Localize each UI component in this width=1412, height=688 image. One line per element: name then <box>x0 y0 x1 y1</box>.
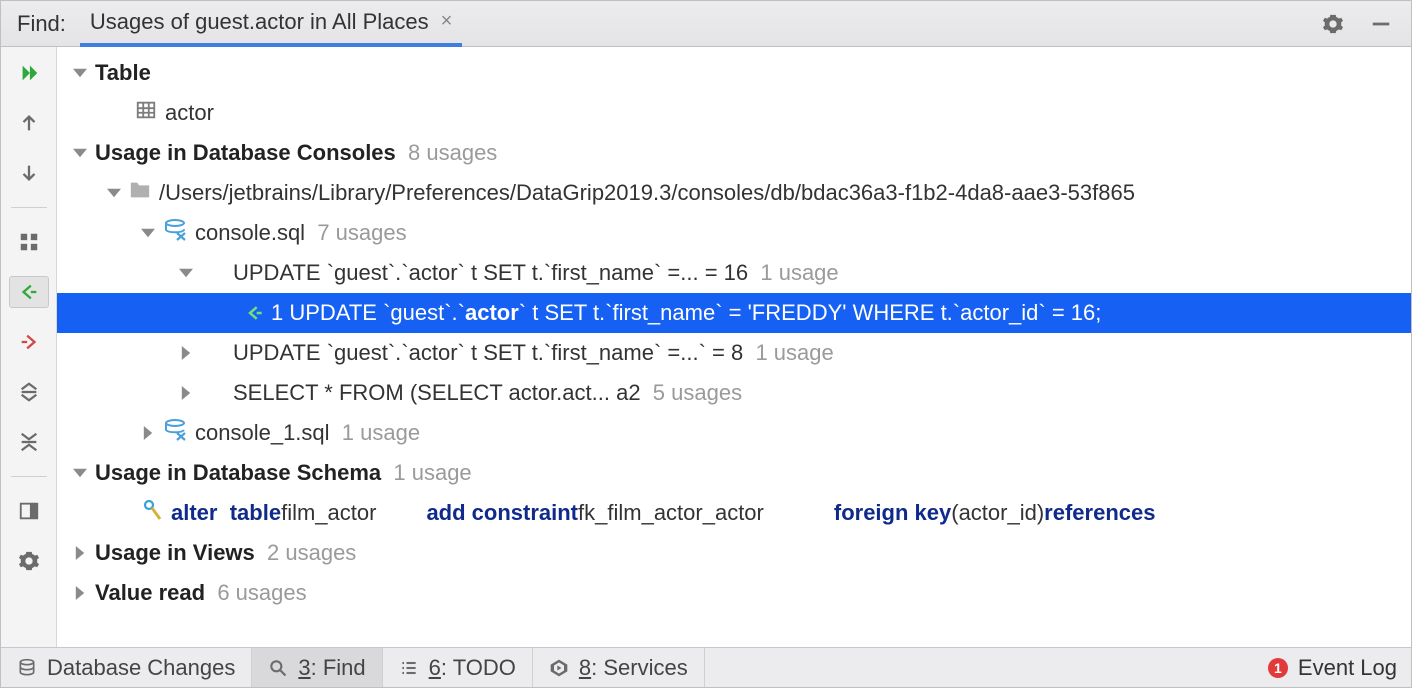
file-name: console.sql <box>195 220 305 246</box>
usages-tree[interactable]: Table actor Usage in Database Consoles 8… <box>57 47 1411 647</box>
settings-button[interactable] <box>9 545 49 577</box>
navigate-icon <box>245 303 265 323</box>
minimize-icon[interactable] <box>1367 10 1395 38</box>
section-title: Usage in Views <box>95 540 255 566</box>
table-name: actor <box>165 100 214 126</box>
folder-path: /Users/jetbrains/Library/Preferences/Dat… <box>159 180 1135 206</box>
sidebar-separator-2 <box>11 476 47 477</box>
sql-fk-columns: (actor_id) <box>951 500 1044 526</box>
usage-count: 6 usages <box>217 580 306 606</box>
previous-occurrence-button[interactable] <box>9 107 49 139</box>
file-name: console_1.sql <box>195 420 330 446</box>
rerun-button[interactable] <box>9 57 49 89</box>
tree-item-table-actor[interactable]: actor <box>57 93 1411 133</box>
tab-find[interactable]: 3: Find <box>252 648 382 687</box>
tab-label: 6: TODO <box>429 655 516 681</box>
event-log-button[interactable]: 1 Event Log <box>1254 648 1411 687</box>
usage-line-actor: actor <box>465 300 519 326</box>
expand-all-button[interactable] <box>9 376 49 408</box>
tab-todo[interactable]: 6: TODO <box>383 648 533 687</box>
chevron-right-icon[interactable] <box>177 384 195 402</box>
chevron-right-icon[interactable] <box>139 424 157 442</box>
gear-icon[interactable] <box>1319 10 1347 38</box>
chevron-right-icon[interactable] <box>71 544 89 562</box>
tree-section-db-schema[interactable]: Usage in Database Schema 1 usage <box>57 453 1411 493</box>
tab-label: 8: Services <box>579 655 688 681</box>
section-title: Usage in Database Consoles <box>95 140 396 166</box>
sql-keyword-alter: alter <box>171 500 217 526</box>
usage-count: 2 usages <box>267 540 356 566</box>
next-occurrence-button[interactable] <box>9 157 49 189</box>
tab-services[interactable]: 8: Services <box>533 648 705 687</box>
chevron-down-icon[interactable] <box>177 264 195 282</box>
find-label: Find: <box>9 11 80 37</box>
tab-database-changes[interactable]: Database Changes <box>1 648 252 687</box>
chevron-down-icon[interactable] <box>105 184 123 202</box>
tab-label: Database Changes <box>47 655 235 681</box>
autoscroll-to-source-button[interactable] <box>9 326 49 358</box>
tree-item-usage-summary[interactable]: UPDATE `guest`.`actor` t SET t.`first_na… <box>57 333 1411 373</box>
sql-keyword-foreign-key: foreign key <box>834 500 951 526</box>
usage-line-suffix: ` t SET t.`first_name` = 'FREDDY' WHERE … <box>519 300 1102 326</box>
chevron-right-icon[interactable] <box>71 584 89 602</box>
sql-table-name: film_actor <box>281 500 376 526</box>
section-title: Usage in Database Schema <box>95 460 381 486</box>
chevron-down-icon[interactable] <box>139 224 157 242</box>
event-log-label: Event Log <box>1298 655 1397 681</box>
usage-count: 8 usages <box>408 140 497 166</box>
usage-count: 1 usage <box>755 340 833 366</box>
toolbar-right <box>1319 10 1403 38</box>
sql-file-icon <box>163 419 187 447</box>
main-area: Table actor Usage in Database Consoles 8… <box>1 47 1411 647</box>
usage-count: 1 usage <box>342 420 420 446</box>
sidebar-separator <box>11 207 47 208</box>
tree-item-file-console-1[interactable]: console_1.sql 1 usage <box>57 413 1411 453</box>
find-sidebar <box>1 47 57 647</box>
tree-section-value-read[interactable]: Value read 6 usages <box>57 573 1411 613</box>
sql-keyword-references: references <box>1044 500 1155 526</box>
sql-file-icon <box>163 219 187 247</box>
sql-constraint-name: fk_film_actor_actor <box>578 500 764 526</box>
usage-count: 7 usages <box>317 220 406 246</box>
tree-item-file-console[interactable]: console.sql 7 usages <box>57 213 1411 253</box>
chevron-down-icon[interactable] <box>71 144 89 162</box>
ide-window: Find: Usages of guest.actor in All Place… <box>0 0 1412 688</box>
section-title: Value read <box>95 580 205 606</box>
usage-line-prefix: 1 UPDATE `guest`.` <box>271 300 465 326</box>
folder-icon <box>129 180 151 206</box>
close-icon[interactable]: × <box>441 10 453 33</box>
preview-button[interactable] <box>9 495 49 527</box>
group-by-button[interactable] <box>9 226 49 258</box>
usage-count: 1 usage <box>760 260 838 286</box>
usage-count: 5 usages <box>653 380 742 406</box>
tree-item-schema-alter[interactable]: alter table film_actor add constraint fk… <box>57 493 1411 533</box>
chevron-down-icon[interactable] <box>71 464 89 482</box>
usage-count: 1 usage <box>393 460 471 486</box>
tab-label: 3: Find <box>298 655 365 681</box>
usage-summary: UPDATE `guest`.`actor` t SET t.`first_na… <box>233 260 748 286</box>
find-toolbar: Find: Usages of guest.actor in All Place… <box>1 1 1411 47</box>
chevron-right-icon[interactable] <box>177 344 195 362</box>
tree-item-usage-summary[interactable]: UPDATE `guest`.`actor` t SET t.`first_na… <box>57 253 1411 293</box>
key-icon <box>143 499 163 527</box>
chevron-down-icon[interactable] <box>71 64 89 82</box>
tree-section-db-consoles[interactable]: Usage in Database Consoles 8 usages <box>57 133 1411 173</box>
tree-item-usage-line-selected[interactable]: 1 UPDATE `guest`.`actor` t SET t.`first_… <box>57 293 1411 333</box>
autoscroll-from-source-button[interactable] <box>9 276 49 308</box>
usage-summary: UPDATE `guest`.`actor` t SET t.`first_na… <box>233 340 743 366</box>
section-title: Table <box>95 60 151 86</box>
find-tab-title: Usages of guest.actor in All Places <box>90 9 429 35</box>
sql-keyword-add-constraint: add constraint <box>426 500 578 526</box>
tree-section-table[interactable]: Table <box>57 53 1411 93</box>
status-bar: Database Changes 3: Find 6: TODO 8: Serv… <box>1 647 1411 687</box>
find-tab[interactable]: Usages of guest.actor in All Places × <box>80 1 462 47</box>
usage-summary: SELECT * FROM (SELECT actor.act... a2 <box>233 380 641 406</box>
tree-section-views[interactable]: Usage in Views 2 usages <box>57 533 1411 573</box>
tree-item-usage-summary[interactable]: SELECT * FROM (SELECT actor.act... a2 5 … <box>57 373 1411 413</box>
table-icon <box>135 99 157 127</box>
sql-keyword-table: table <box>230 500 281 526</box>
collapse-all-button[interactable] <box>9 426 49 458</box>
tree-item-folder-path[interactable]: /Users/jetbrains/Library/Preferences/Dat… <box>57 173 1411 213</box>
notification-badge: 1 <box>1268 658 1288 678</box>
